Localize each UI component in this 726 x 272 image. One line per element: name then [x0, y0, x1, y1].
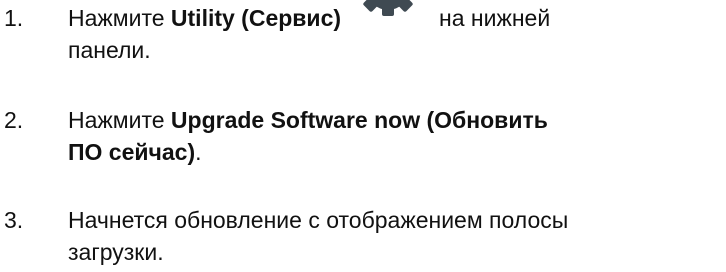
step-line: Начнется обновление с отображением полос…	[68, 207, 569, 233]
step-line: Нажмите Utility (Сервис) на нижней	[68, 0, 723, 34]
step-text-suffix: .	[195, 139, 202, 165]
step-number: 3.	[4, 207, 24, 233]
step-text: Нажмите Upgrade Software now (Обновить П…	[68, 104, 723, 168]
step-text-prefix: Нажмите	[68, 5, 171, 31]
step-number: 1.	[4, 5, 24, 31]
step-text: Нажмите Utility (Сервис) на нижней панел…	[68, 0, 723, 66]
step-text-suffix: на нижней	[439, 5, 551, 31]
step-line: загрузки.	[68, 239, 164, 265]
step-text-prefix: Нажмите	[68, 107, 171, 133]
step-ui-name: Utility (Сервис)	[170, 5, 342, 31]
step-line: панели.	[68, 37, 151, 63]
step-line: ПО сейчас).	[68, 136, 723, 168]
instruction-steps: 1. Нажмите Utility (Сервис) на нижней па…	[0, 0, 726, 272]
step-number: 2.	[4, 107, 24, 133]
step-ui-name: Upgrade Software now (Обновить	[170, 107, 548, 133]
step-line: Нажмите Upgrade Software now (Обновить	[68, 104, 723, 136]
gear-icon	[349, 0, 427, 24]
step-text: Начнется обновление с отображением полос…	[68, 204, 723, 268]
step-ui-name-continued: ПО сейчас)	[68, 139, 196, 165]
